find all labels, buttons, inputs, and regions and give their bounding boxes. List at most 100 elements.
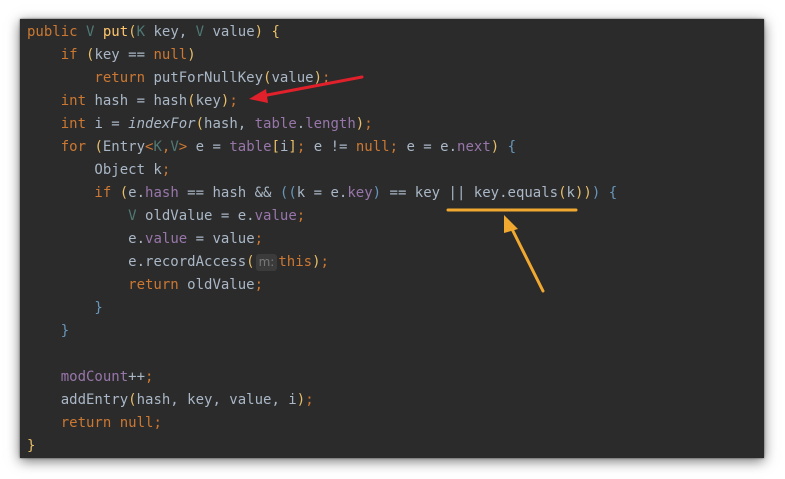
parameter-hint: m: <box>255 254 278 271</box>
code-line[interactable]: } <box>27 320 69 343</box>
code-token: return <box>27 277 188 293</box>
code-token: V <box>27 208 146 224</box>
code-token: putForNullKey <box>153 70 264 86</box>
code-token: hash <box>145 185 179 201</box>
code-token: ) <box>313 70 323 86</box>
code-line[interactable]: return null; <box>27 412 162 435</box>
code-token: null <box>355 139 390 155</box>
code-token: hash, key, value, i <box>136 392 297 408</box>
code-token: e <box>128 254 137 270</box>
code-line[interactable]: } <box>27 297 103 320</box>
code-token: [ <box>271 139 280 155</box>
code-token: ; <box>296 208 306 224</box>
code-token: if <box>27 47 87 63</box>
code-token: ; <box>296 139 314 155</box>
code-line[interactable]: return oldValue; <box>27 274 263 297</box>
code-token: int <box>27 116 95 132</box>
code-token: e <box>313 139 323 155</box>
code-token: . <box>448 139 458 155</box>
code-token: for <box>27 139 95 155</box>
code-token: V <box>195 24 213 40</box>
code-token: ) <box>312 254 321 270</box>
code-area[interactable]: public V put(K key, V value) { if (key =… <box>20 19 764 458</box>
code-token: ) <box>296 392 306 408</box>
code-token: hash <box>153 93 188 109</box>
code-token: hash, <box>204 116 255 132</box>
code-line[interactable]: int hash = hash(key); <box>27 90 238 113</box>
code-token: value <box>212 24 255 40</box>
code-token: oldValue = <box>145 208 238 224</box>
code-token: )) <box>574 185 592 201</box>
code-token: K <box>136 24 154 40</box>
code-token: i = <box>94 116 129 132</box>
code-token: public <box>27 24 87 40</box>
code-line[interactable]: if (key == null) <box>27 44 196 67</box>
code-token: length <box>305 116 356 132</box>
code-line[interactable]: if (e.hash == hash && ((k = e.key) == ke… <box>27 182 617 205</box>
code-token: if <box>27 185 120 201</box>
code-token: ( <box>187 93 196 109</box>
code-token: null <box>119 415 154 431</box>
code-token: table <box>229 139 272 155</box>
code-token: value <box>145 231 188 247</box>
code-token: indexFor <box>128 116 196 132</box>
code-token: this <box>278 254 313 270</box>
code-token: == hash && <box>178 185 280 201</box>
code-token: k <box>566 185 575 201</box>
code-token: ) <box>591 185 609 201</box>
code-line[interactable]: V oldValue = e.value; <box>27 205 305 228</box>
code-token: ( <box>128 392 137 408</box>
code-token: { <box>608 185 618 201</box>
code-token: return <box>27 70 154 86</box>
code-token: ; <box>161 162 171 178</box>
code-line[interactable]: modCount++; <box>27 366 154 389</box>
code-line[interactable]: for (Entry<K,V> e = table[i]; e != null;… <box>27 136 516 159</box>
code-token: . <box>136 231 146 247</box>
code-token: ; <box>364 116 373 132</box>
code-token: K <box>153 139 162 155</box>
code-token: = value <box>187 231 255 247</box>
code-token: (( <box>279 185 297 201</box>
code-token: e <box>128 185 137 201</box>
code-line[interactable]: } <box>27 435 35 458</box>
code-token: ; <box>229 93 238 109</box>
code-token: e <box>440 139 449 155</box>
code-token: e <box>406 139 415 155</box>
code-token: ; <box>322 70 331 86</box>
code-token: e <box>195 139 205 155</box>
code-token: oldValue <box>187 277 255 293</box>
code-line[interactable]: addEntry(hash, key, value, i); <box>27 389 314 412</box>
code-line[interactable]: e.value = value; <box>27 228 263 251</box>
code-token: { <box>507 139 517 155</box>
code-token: V <box>170 139 179 155</box>
code-token: addEntry <box>27 392 129 408</box>
code-token: } <box>27 300 103 316</box>
code-token: key == <box>94 47 154 63</box>
code-token: value <box>271 70 314 86</box>
code-line[interactable]: return putForNullKey(value); <box>27 67 330 90</box>
code-token: ( <box>246 254 255 270</box>
code-line[interactable]: e.recordAccess(m: this); <box>27 251 329 274</box>
code-token: { <box>271 24 280 40</box>
code-token: Object k <box>27 162 162 178</box>
code-token: ; <box>153 415 162 431</box>
code-token: ) <box>187 47 196 63</box>
code-token: . <box>246 208 255 224</box>
code-line[interactable]: int i = indexFor(hash, table.length); <box>27 113 373 136</box>
code-token: ; <box>389 139 407 155</box>
code-token: key <box>195 93 221 109</box>
code-token: ) <box>490 139 508 155</box>
code-token: Entry <box>102 139 146 155</box>
code-token: } <box>27 438 36 454</box>
code-line[interactable]: public V put(K key, V value) { <box>27 21 280 44</box>
code-token: table <box>254 116 297 132</box>
code-token: int <box>27 93 95 109</box>
code-line[interactable]: Object k; <box>27 159 170 182</box>
code-token: ; <box>254 231 264 247</box>
code-token: return <box>27 415 120 431</box>
code-token: ] <box>288 139 297 155</box>
code-token: next <box>457 139 491 155</box>
code-token: key <box>347 185 373 201</box>
